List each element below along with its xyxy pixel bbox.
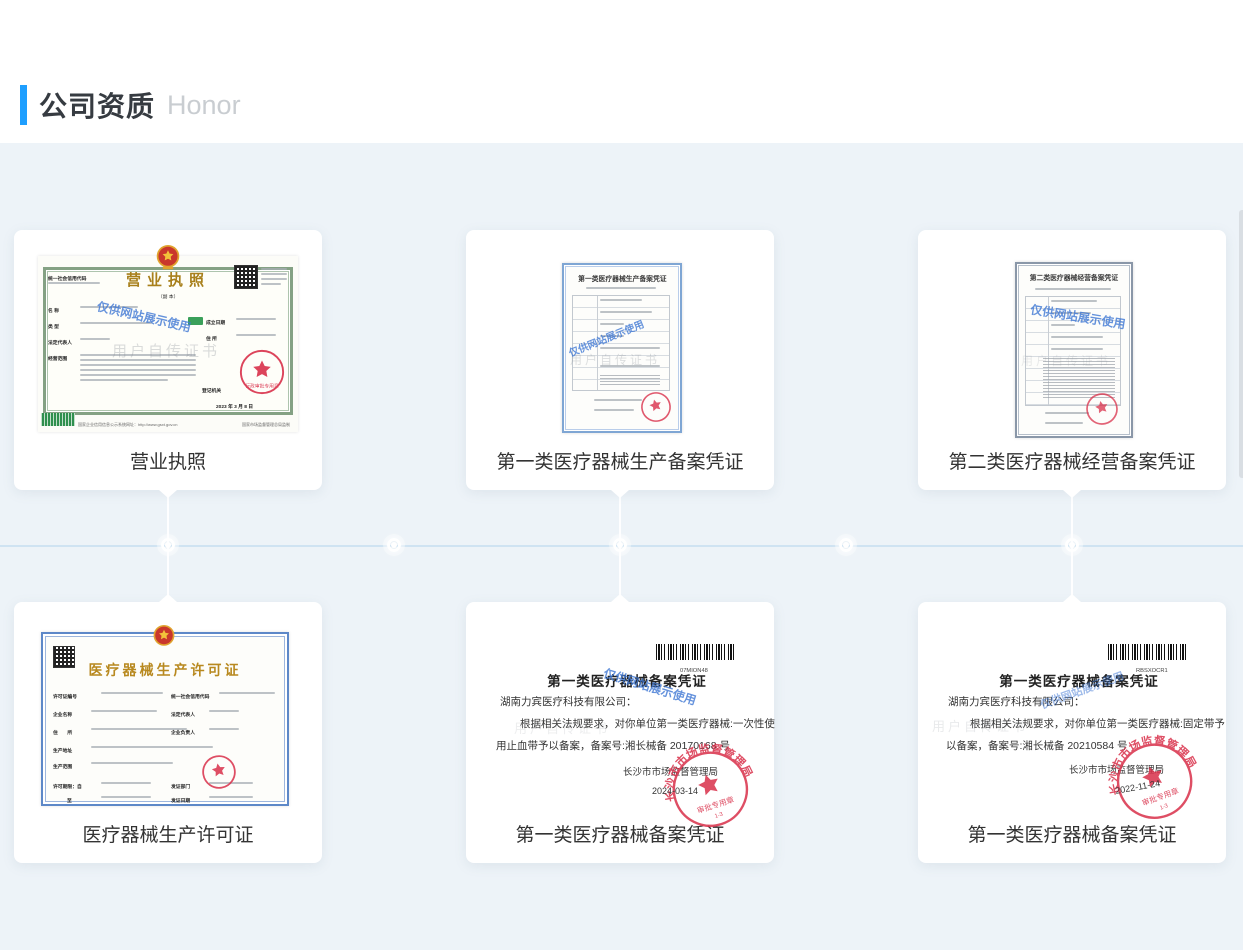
license-page: 营业执照 （副 本） 统一社会信用代码 名 称 (38, 256, 298, 432)
production-license-page: 医疗器械生产许可证 许可证编号 统一社会信用代码 企业名称 法定代表人 住 所 … (41, 632, 289, 806)
red-seal-icon (636, 387, 675, 426)
field-label: 住 所 (53, 724, 85, 742)
user-upload-watermark: 用户自传证书 (932, 716, 1028, 735)
user-upload-watermark: 用户自传证书 (1021, 352, 1111, 369)
timeline-node (387, 538, 401, 552)
field-label: 至 (67, 792, 75, 810)
field-label: 生产范围 (53, 758, 85, 776)
red-seal-icon (1082, 389, 1122, 429)
svg-text:1-3: 1-3 (1159, 803, 1169, 811)
card-pointer (159, 490, 177, 498)
timeline-node (613, 538, 627, 552)
certificate-card-class2-operation-filing: 第二类医疗器械经营备案凭证 (918, 230, 1226, 490)
field-label: 经营范围 (48, 350, 80, 368)
field-label: 统一社会信用代码 (171, 688, 235, 706)
user-upload-watermark: 用户自传证书 (514, 718, 610, 737)
red-seal-icon: 行政审批专用章 (238, 348, 286, 396)
section-header: 公司资质 Honor (20, 82, 241, 128)
card-pointer (611, 594, 629, 602)
business-license-image[interactable]: 营业执照 （副 本） 统一社会信用代码 名 称 (14, 230, 322, 460)
field-label: 法定代表人 (171, 706, 211, 724)
filing-cert-title: 第二类医疗器械经营备案凭证 (1019, 272, 1129, 282)
filing-date: 2024-03-14 (652, 786, 698, 796)
timeline-node (1065, 538, 1079, 552)
timeline-node (839, 538, 853, 552)
svg-text:审批专用章: 审批专用章 (696, 794, 736, 815)
section-subtitle: Honor (167, 90, 241, 121)
barcode-icon (656, 644, 736, 660)
scrollbar-thumb[interactable] (1239, 210, 1243, 478)
timeline-node (161, 538, 175, 552)
user-upload-watermark: 用户自传证书 (112, 340, 220, 361)
issue-date: 2023 年 3 月 8 日 (216, 398, 278, 416)
card-pointer (1063, 594, 1081, 602)
class2-operation-filing-image[interactable]: 第二类医疗器械经营备案凭证 (918, 230, 1226, 460)
production-license-image[interactable]: 医疗器械生产许可证 许可证编号 统一社会信用代码 企业名称 法定代表人 住 所 … (14, 602, 322, 833)
license-subtitle: （副 本） (38, 288, 298, 306)
filing-doc: 07MION48 第一类医疗器械备案凭证 湖南力宾医疗科技有限公司： 根据相关法… (480, 630, 760, 822)
certificate-caption: 第二类医疗器械经营备案凭证 (918, 447, 1226, 474)
filing-line1: 湖南力宾医疗科技有限公司： (500, 694, 637, 709)
svg-text:1-3: 1-3 (714, 812, 724, 820)
certificate-caption: 第一类医疗器械生产备案凭证 (466, 447, 774, 474)
honor-section: 公司资质 Honor 营业执照 (0, 0, 1243, 950)
class1-filing-image-1[interactable]: 07MION48 第一类医疗器械备案凭证 湖南力宾医疗科技有限公司： 根据相关法… (466, 602, 774, 833)
barcode-icon (1108, 644, 1188, 660)
certificate-caption: 医疗器械生产许可证 (14, 820, 322, 847)
card-pointer (611, 490, 629, 498)
field-label: 企业名称 (53, 706, 85, 724)
filing-doc: RBSXOCR1 第一类医疗器械备案凭证 湖南力宾医疗科技有限公司： 根据相关法… (932, 630, 1212, 822)
certificate-card-class1-filing-1: 07MION48 第一类医疗器械备案凭证 湖南力宾医疗科技有限公司： 根据相关法… (466, 602, 774, 863)
class1-filing-image-2[interactable]: RBSXOCR1 第一类医疗器械备案凭证 湖南力宾医疗科技有限公司： 根据相关法… (918, 602, 1226, 833)
gsxt-badge (41, 413, 75, 426)
filing-cert-title: 第一类医疗器械生产备案凭证 (566, 273, 678, 283)
card-pointer (159, 594, 177, 602)
certificate-caption: 营业执照 (14, 447, 322, 474)
license-title: 医疗器械生产许可证 (43, 660, 287, 680)
certificate-card-class1-production-filing: 第一类医疗器械生产备案凭证 (466, 230, 774, 490)
certificate-card-business-license: 营业执照 （副 本） 统一社会信用代码 名 称 (14, 230, 322, 490)
credit-code-block: 统一社会信用代码 (48, 270, 112, 288)
qr-code-icon (234, 265, 258, 289)
class1-production-filing-image[interactable]: 第一类医疗器械生产备案凭证 (466, 230, 774, 460)
national-emblem-icon (155, 244, 181, 272)
field-label: 发证日期 (171, 792, 203, 810)
certificates-band: 营业执照 （副 本） 统一社会信用代码 名 称 (0, 143, 1243, 950)
certificate-card-class1-filing-2: RBSXOCR1 第一类医疗器械备案凭证 湖南力宾医疗科技有限公司： 根据相关法… (918, 602, 1226, 863)
accent-bar (20, 85, 27, 125)
field-label: 企业负责人 (171, 724, 211, 742)
footer-right: 国家市场监督管理总局监制 (242, 417, 338, 435)
red-seal-icon (198, 751, 240, 793)
field-label: 许可证编号 (53, 688, 93, 706)
certificate-caption: 第一类医疗器械备案凭证 (918, 820, 1226, 847)
certificate-card-production-license: 医疗器械生产许可证 许可证编号 统一社会信用代码 企业名称 法定代表人 住 所 … (14, 602, 322, 863)
section-title: 公司资质 (39, 85, 155, 125)
filing-cert-page: 第二类医疗器械经营备案凭证 (1015, 262, 1133, 438)
card-pointer (1063, 490, 1081, 498)
field-label: 许可期限：自 (53, 778, 101, 796)
svg-text:行政审批专用章: 行政审批专用章 (245, 382, 279, 389)
national-emblem-icon (152, 624, 176, 650)
